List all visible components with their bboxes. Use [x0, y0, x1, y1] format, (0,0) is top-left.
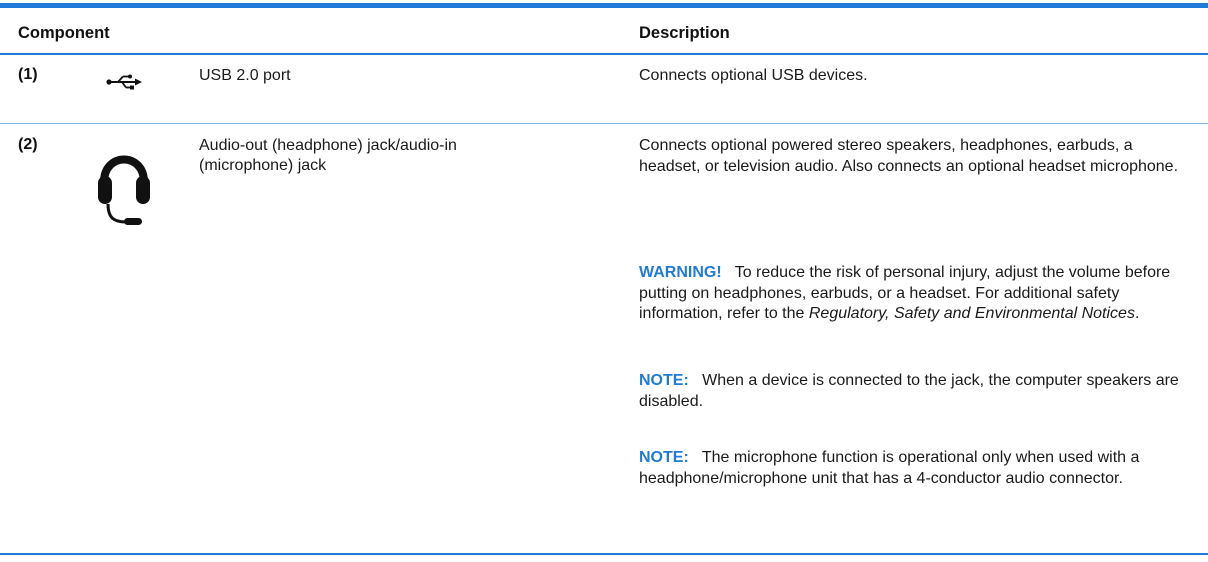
note-text: When a device is connected to the jack, …: [639, 372, 1179, 410]
component-table: Component Description (1) USB 2.0 port C…: [0, 0, 1208, 562]
note-text: The microphone function is operational o…: [639, 449, 1140, 487]
warning-end: .: [1134, 305, 1140, 322]
header-component: Component: [18, 24, 110, 42]
header-rule: [0, 53, 1208, 55]
component-name: Audio-out (headphone) jack/audio-in (mic…: [199, 136, 457, 176]
component-name-line: (microphone) jack: [199, 157, 327, 174]
component-description: Connects optional powered stereo speaker…: [639, 136, 1195, 177]
row-divider: [0, 123, 1208, 124]
component-description: Connects optional USB devices.: [639, 66, 1195, 87]
warning-label: WARNING!: [639, 264, 722, 281]
note-label: NOTE:: [639, 372, 689, 389]
table-bottom-rule: [0, 553, 1208, 555]
warning-block: WARNING! To reduce the risk of personal …: [639, 263, 1195, 325]
note-block: NOTE: When a device is connected to the …: [639, 371, 1195, 412]
description-text: Connects optional powered stereo speaker…: [639, 137, 1179, 175]
component-name-line: Audio-out (headphone) jack/audio-in: [199, 137, 457, 154]
row-number: (2): [18, 136, 38, 153]
headset-icon: [96, 138, 152, 230]
note-block: NOTE: The microphone function is operati…: [639, 448, 1195, 489]
description-text: Connects optional USB devices.: [639, 67, 868, 84]
component-name: USB 2.0 port: [199, 67, 291, 84]
warning-reference: Regulatory, Safety and Environmental Not…: [808, 305, 1135, 322]
header-description: Description: [639, 24, 730, 42]
note-label: NOTE:: [639, 449, 689, 466]
usb-icon: [106, 74, 142, 90]
table-top-rule: [0, 3, 1208, 8]
row-number: (1): [18, 66, 38, 83]
